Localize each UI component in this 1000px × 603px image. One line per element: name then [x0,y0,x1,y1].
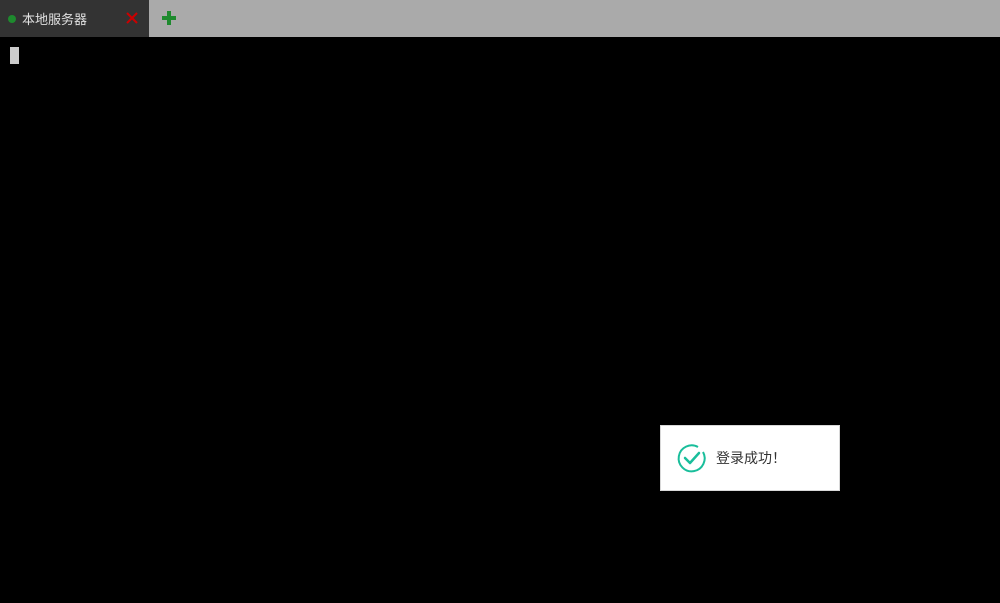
terminal-area[interactable] [0,37,1000,603]
connection-status-dot [8,14,16,23]
tab-bar: 本地服务器 [0,0,1000,37]
plus-icon [162,11,176,25]
toast-message: 登录成功！ [716,451,786,467]
tab-label: 本地服务器 [22,13,88,28]
close-icon [126,12,138,24]
login-success-toast: 登录成功！ [660,425,840,491]
close-tab-button[interactable] [124,10,140,26]
add-tab-button[interactable] [161,10,177,26]
check-circle-icon [676,442,708,474]
terminal-cursor [10,47,19,64]
tab-local-server[interactable]: 本地服务器 [0,0,149,37]
